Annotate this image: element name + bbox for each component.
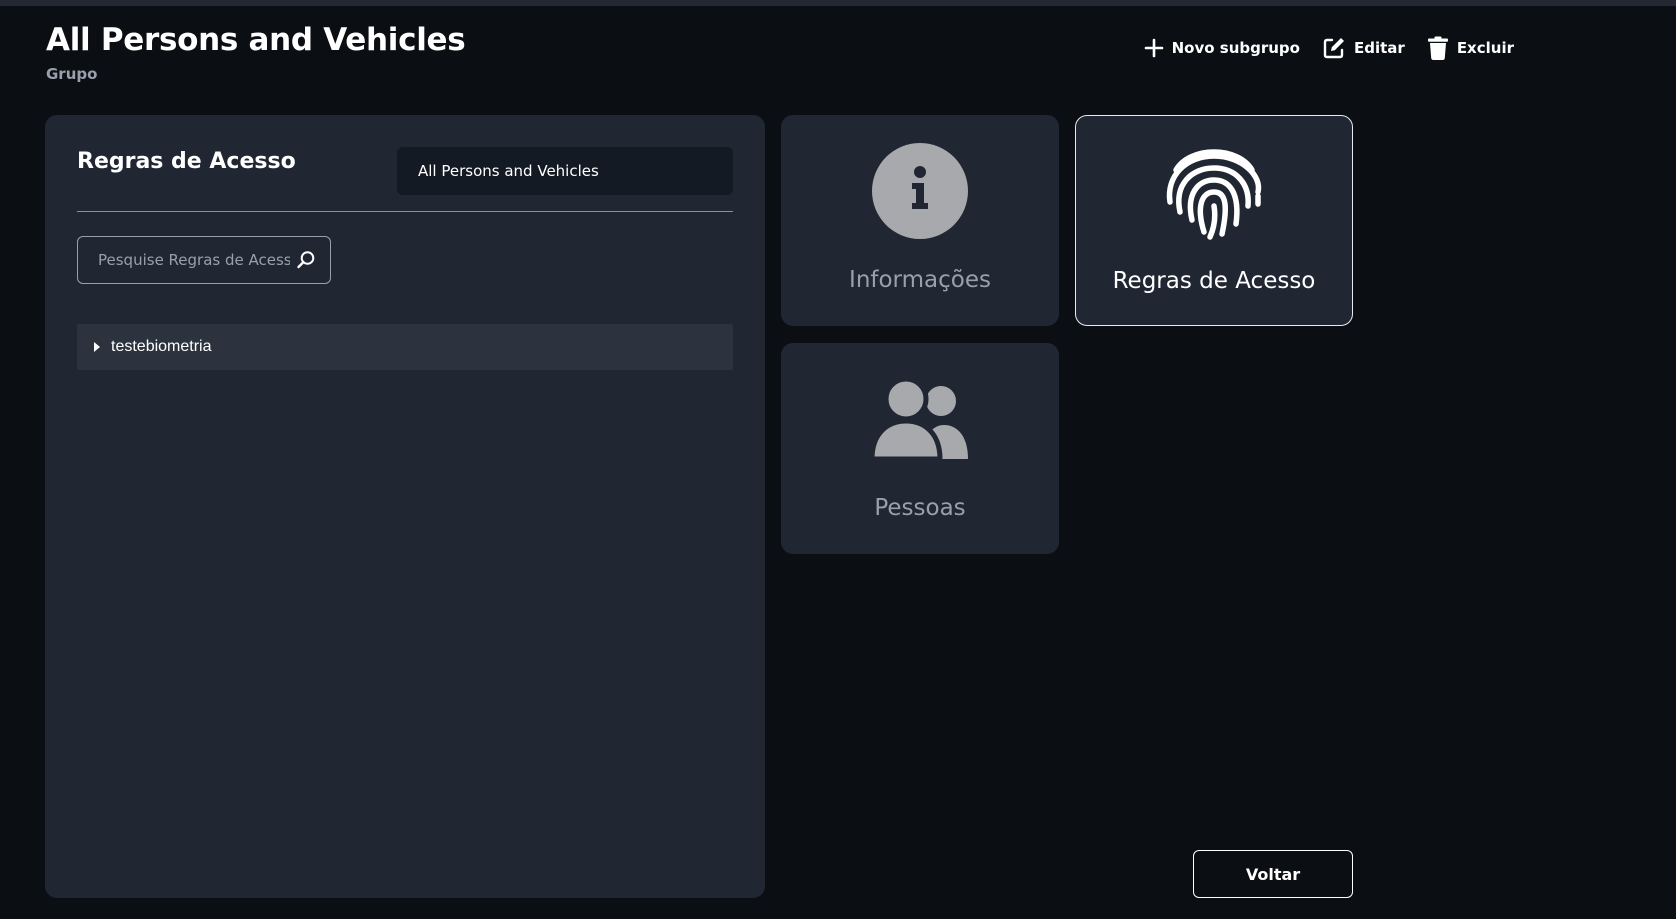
tile-informacoes[interactable]: Informações — [781, 115, 1059, 326]
people-icon — [872, 379, 968, 459]
trash-icon — [1427, 36, 1448, 60]
new-subgroup-label: Novo subgrupo — [1171, 39, 1300, 57]
caret-right-icon[interactable] — [93, 341, 101, 353]
delete-button[interactable]: Excluir — [1427, 36, 1514, 60]
header-actions: Novo subgrupo Editar Excluir — [1144, 36, 1514, 60]
tile-label: Regras de Acesso — [1112, 268, 1316, 294]
top-border — [0, 0, 1676, 6]
tile-label: Informações — [849, 267, 991, 293]
tile-icon-wrapper — [781, 143, 1059, 239]
tile-regras-de-acesso[interactable]: Regras de Acesso — [1075, 115, 1353, 326]
tile-label: Pessoas — [874, 495, 966, 521]
search-icon[interactable] — [296, 250, 316, 270]
edit-icon — [1323, 38, 1344, 59]
plus-icon — [1144, 38, 1163, 58]
panel-divider — [77, 211, 733, 212]
edit-button[interactable]: Editar — [1322, 36, 1405, 60]
tile-icon-wrapper — [1076, 144, 1352, 240]
tile-icon-wrapper — [781, 371, 1059, 467]
fingerprint-icon — [1166, 149, 1262, 240]
access-rules-panel: Regras de Acesso All Persons and Vehicle… — [45, 115, 765, 898]
group-name-field: All Persons and Vehicles — [397, 147, 733, 195]
page-subtitle: Grupo — [46, 65, 98, 83]
new-subgroup-button[interactable]: Novo subgrupo — [1144, 38, 1300, 58]
delete-label: Excluir — [1456, 39, 1514, 57]
back-button[interactable]: Voltar — [1193, 850, 1353, 898]
tree-item-testebiometria[interactable]: testebiometria — [77, 324, 733, 370]
tree-item-label: testebiometria — [111, 338, 212, 355]
info-icon — [872, 143, 968, 239]
page-title: All Persons and Vehicles — [46, 22, 466, 58]
search-input[interactable] — [98, 251, 290, 269]
panel-title: Regras de Acesso — [77, 149, 296, 174]
edit-label: Editar — [1353, 39, 1405, 57]
search-box[interactable] — [77, 236, 331, 284]
tile-pessoas[interactable]: Pessoas — [781, 343, 1059, 554]
